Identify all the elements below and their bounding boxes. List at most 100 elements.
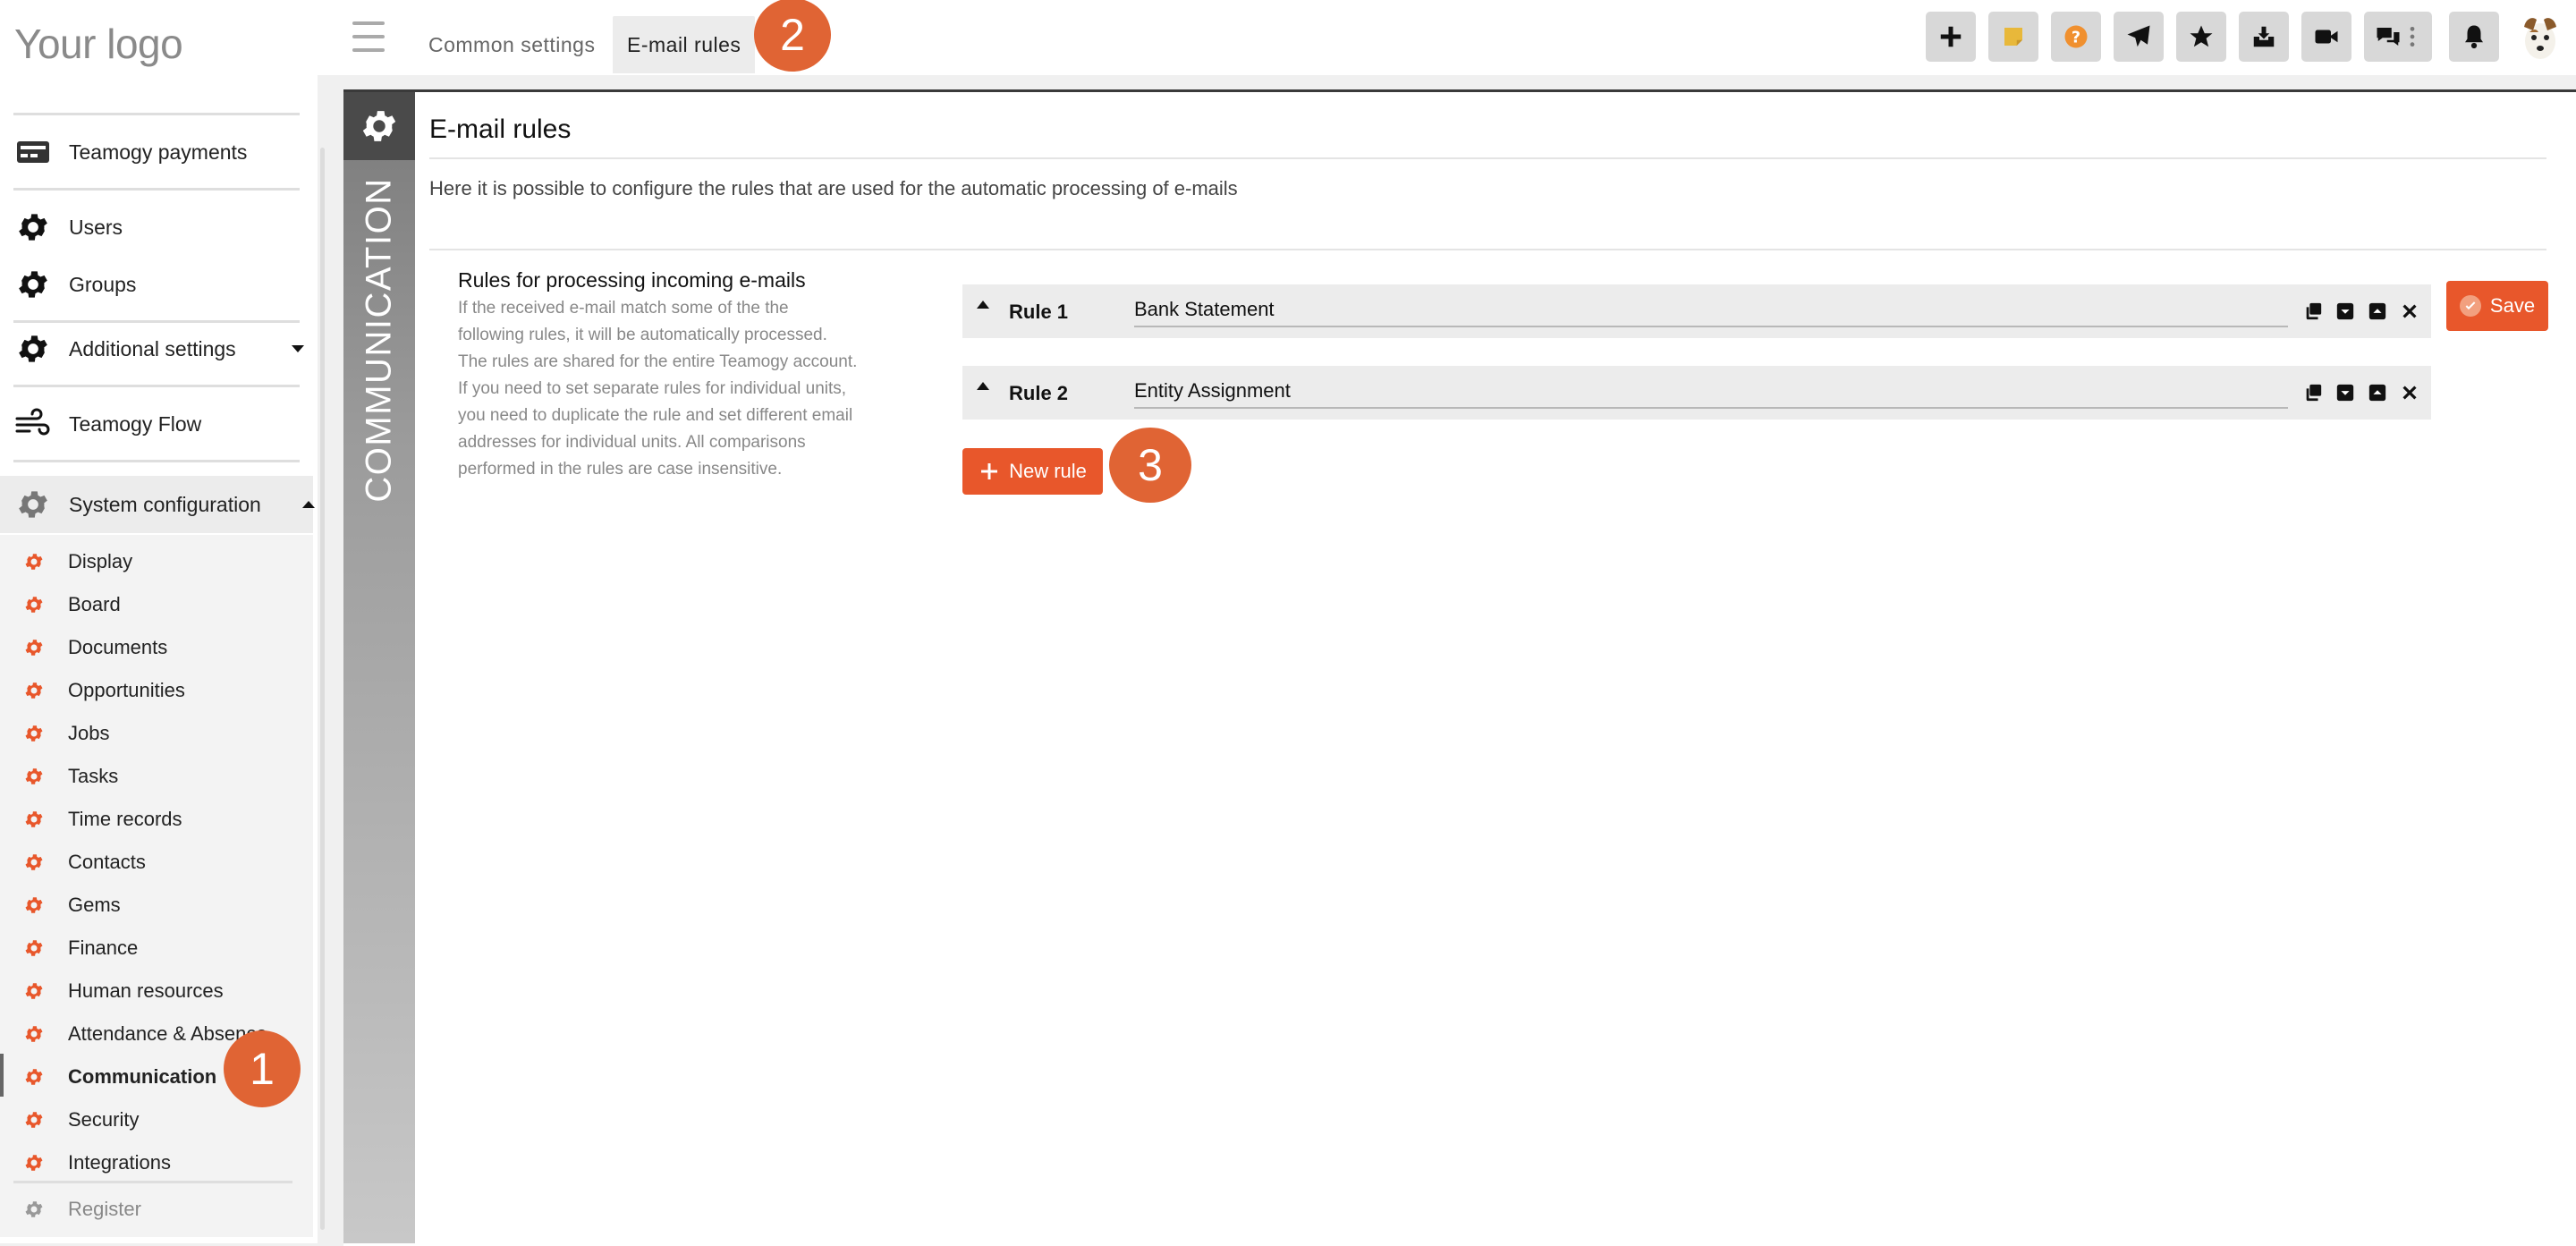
inbox-button[interactable] — [2239, 12, 2289, 62]
collapse-caret-icon[interactable] — [977, 382, 989, 390]
rule-label: Rule 1 — [1009, 301, 1069, 323]
step-badge-2: 2 — [754, 0, 831, 72]
star-icon — [2190, 25, 2213, 47]
help-line: performed in the rules are case insensit… — [458, 460, 783, 479]
sidebar-item-system-configuration[interactable]: System configuration — [13, 483, 315, 526]
move-up-icon[interactable] — [2367, 382, 2388, 403]
sidebar-subitem-gems[interactable]: Gems — [0, 884, 304, 927]
copy-icon[interactable] — [2302, 382, 2324, 403]
step-badge-1: 1 — [224, 1030, 301, 1107]
notifications-button[interactable] — [2449, 12, 2499, 62]
dog-avatar-icon — [2524, 18, 2556, 59]
gear-icon — [13, 485, 53, 524]
sidebar-item-teamogy-payments[interactable]: Teamogy payments — [13, 131, 304, 174]
tab-email-rules[interactable]: E-mail rules — [613, 16, 756, 73]
section-header — [343, 92, 415, 160]
page-description: Here it is possible to configure the rul… — [429, 177, 1238, 199]
chevron-down-icon[interactable] — [292, 345, 304, 352]
move-down-icon[interactable] — [2334, 301, 2356, 322]
sidebar-subitem-integrations[interactable]: Integrations — [0, 1141, 304, 1184]
plus-icon — [1940, 26, 1962, 47]
rule-name-input[interactable]: Bank Statement — [1134, 293, 2288, 327]
sidebar-item-label: Teamogy Flow — [69, 411, 202, 436]
gear-icon — [13, 208, 53, 247]
more-vertical-icon[interactable] — [2409, 25, 2416, 48]
sidebar-item-label: System configuration — [69, 492, 261, 516]
gear-icon — [23, 852, 45, 873]
hamburger-menu-icon[interactable] — [352, 21, 385, 52]
sidebar-subitem-display[interactable]: Display — [0, 540, 304, 583]
save-label: Save — [2489, 294, 2536, 317]
copy-icon[interactable] — [2302, 301, 2324, 322]
sidebar-divider — [13, 113, 300, 115]
rule-label: Rule 2 — [1009, 382, 1069, 404]
sidebar-subitem-human-resources[interactable]: Human resources — [0, 970, 304, 1013]
new-rule-button[interactable]: New rule — [962, 448, 1103, 495]
new-rule-label: New rule — [1009, 460, 1087, 482]
gear-icon — [362, 111, 396, 141]
sidebar-scrollbar[interactable] — [320, 148, 325, 1230]
send-button[interactable] — [2114, 12, 2164, 62]
sidebar-item-label: Groups — [69, 272, 137, 296]
sidebar-subitem-label: Communication — [68, 1065, 217, 1088]
close-icon[interactable] — [2399, 301, 2420, 322]
sidebar-divider — [13, 460, 300, 462]
gear-icon — [23, 766, 45, 787]
chevron-up-icon[interactable] — [302, 501, 315, 508]
sticky-notes-button[interactable] — [1988, 12, 2038, 62]
gear-icon — [23, 637, 45, 658]
help-button[interactable]: ? — [2051, 12, 2101, 62]
sidebar-subitem-jobs[interactable]: Jobs — [0, 712, 304, 755]
sidebar-subitem-label: Finance — [68, 937, 139, 959]
gear-icon — [23, 980, 45, 1002]
sidebar-subitem-label: Register — [68, 1198, 141, 1220]
gear-icon — [23, 551, 45, 572]
close-icon[interactable] — [2399, 382, 2420, 403]
rule-row: Rule 1 Bank Statement — [962, 284, 2431, 338]
gear-icon — [23, 937, 45, 959]
sidebar-item-users[interactable]: Users — [13, 206, 304, 249]
sidebar-subitem-time-records[interactable]: Time records — [0, 798, 304, 841]
sidebar-item-additional-settings[interactable]: Additional settings — [13, 327, 304, 370]
sidebar-divider — [13, 188, 300, 191]
main-panel — [343, 89, 2576, 1246]
help-line: The rules are shared for the entire Team… — [458, 352, 858, 371]
sidebar-divider — [13, 1181, 292, 1183]
favorites-button[interactable] — [2176, 12, 2226, 62]
help-line: If you need to set separate rules for in… — [458, 379, 847, 398]
sidebar-subitem-tasks[interactable]: Tasks — [0, 755, 304, 798]
rules-heading: Rules for processing incoming e-mails — [458, 268, 806, 292]
move-down-icon[interactable] — [2334, 382, 2356, 403]
gear-icon — [23, 894, 45, 916]
avatar[interactable] — [2517, 11, 2563, 63]
sidebar-item-teamogy-flow[interactable]: Teamogy Flow — [13, 403, 304, 445]
help-line: following rules, it will be automaticall… — [458, 326, 827, 344]
video-button[interactable] — [2301, 12, 2351, 62]
move-up-icon[interactable] — [2367, 301, 2388, 322]
sidebar-subitem-label: Human resources — [68, 979, 224, 1002]
save-button[interactable]: Save — [2446, 281, 2548, 331]
sidebar-subitem-board[interactable]: Board — [0, 583, 304, 626]
sidebar-subitem-register[interactable]: Register — [0, 1188, 304, 1231]
logo: Your logo — [14, 21, 183, 67]
collapse-caret-icon[interactable] — [977, 301, 989, 309]
sidebar-subitem-label: Display — [68, 550, 133, 572]
chat-button[interactable] — [2364, 12, 2432, 62]
gear-icon — [23, 680, 45, 701]
sidebar-subitem-documents[interactable]: Documents — [0, 626, 304, 669]
help-icon: ? — [2064, 25, 2088, 48]
sidebar-item-groups[interactable]: Groups — [13, 263, 304, 306]
page-title: E-mail rules — [429, 114, 572, 144]
wind-icon — [13, 404, 53, 444]
add-button[interactable] — [1926, 12, 1976, 62]
sidebar-divider — [13, 320, 300, 323]
sidebar-divider — [13, 385, 300, 387]
tab-common-settings[interactable]: Common settings — [414, 16, 609, 73]
sidebar-subitem-opportunities[interactable]: Opportunities — [0, 669, 304, 712]
sidebar-subitem-contacts[interactable]: Contacts — [0, 841, 304, 884]
sidebar-subitem-label: Time records — [68, 808, 182, 830]
gear-icon — [13, 265, 53, 304]
rule-name-input[interactable]: Entity Assignment — [1134, 375, 2288, 409]
sidebar-subitem-finance[interactable]: Finance — [0, 927, 304, 970]
help-line: If the received e-mail match some of the… — [458, 299, 789, 318]
